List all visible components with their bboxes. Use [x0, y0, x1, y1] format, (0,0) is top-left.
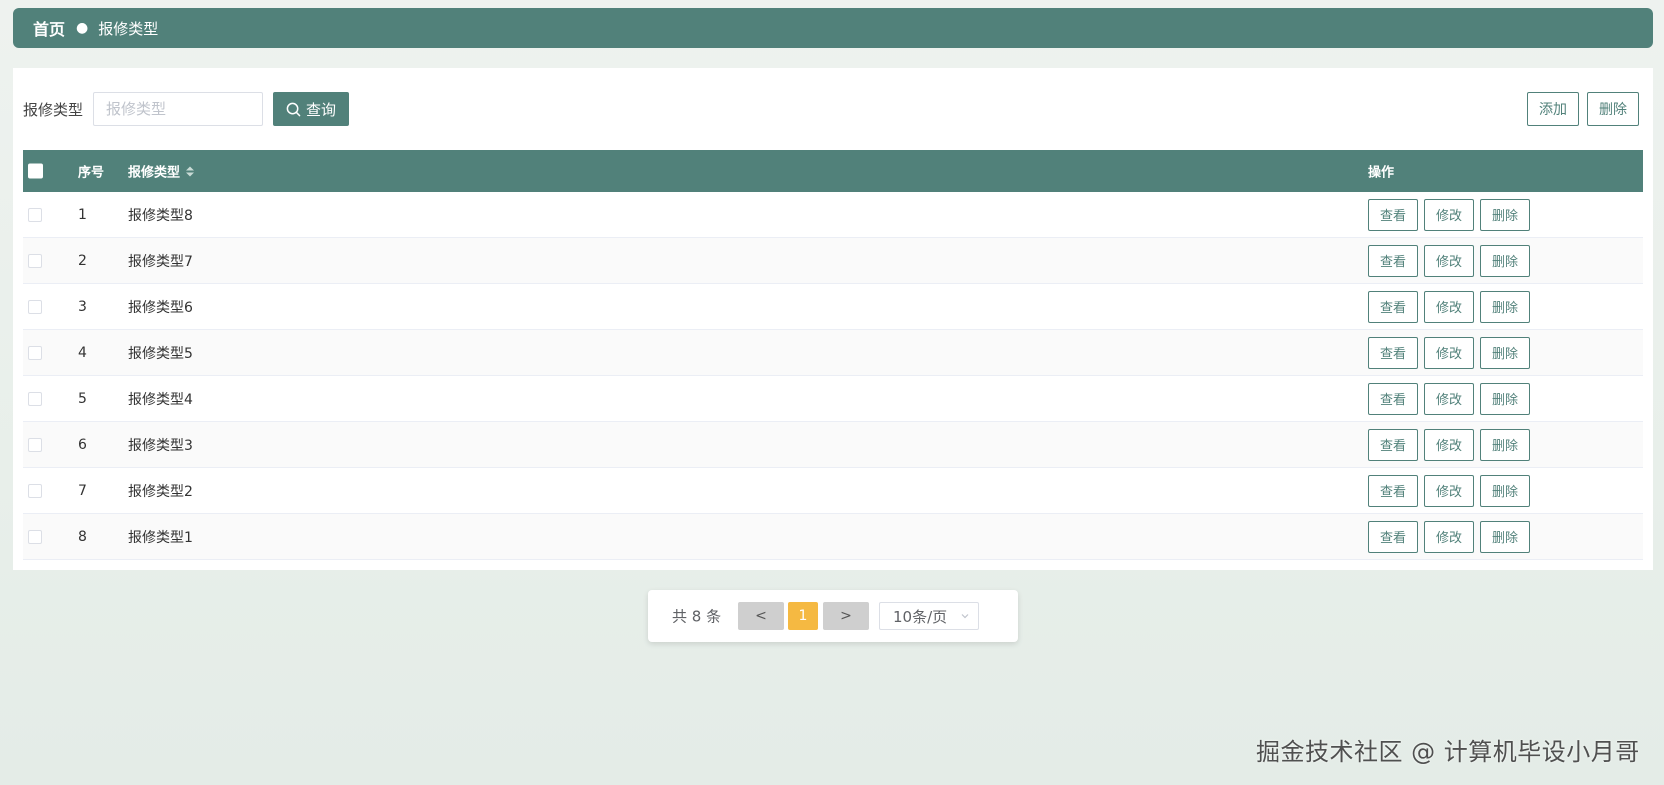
- edit-button[interactable]: 修改: [1424, 382, 1474, 415]
- row-index: 1: [78, 206, 87, 223]
- bulk-delete-button[interactable]: 删除: [1587, 92, 1639, 126]
- select-all-checkbox[interactable]: [28, 163, 43, 179]
- column-header-type-label: 报修类型: [128, 165, 181, 181]
- query-button-label: 查询: [305, 100, 336, 119]
- table-row: 5 报修类型4 查看 修改 删除: [23, 376, 1643, 422]
- edit-button[interactable]: 修改: [1424, 198, 1474, 231]
- edit-button[interactable]: 修改: [1424, 474, 1474, 507]
- table-row: 1 报修类型8 查看 修改 删除: [23, 192, 1643, 238]
- watermark: 掘金技术社区 @ 计算机毕设小月哥: [1256, 738, 1640, 766]
- breadcrumb: 首页 ● 报修类型: [13, 8, 1653, 48]
- delete-button[interactable]: 删除: [1480, 336, 1530, 369]
- pagination: 共 8 条 < 1 > 10条/页: [648, 590, 1018, 642]
- page-size-value: 10条/页: [893, 607, 948, 626]
- page-size-select[interactable]: 10条/页: [879, 602, 979, 630]
- row-index: 4: [78, 344, 87, 361]
- delete-button[interactable]: 删除: [1480, 382, 1530, 415]
- table-header: 序号 报修类型 操作: [23, 150, 1643, 192]
- view-button[interactable]: 查看: [1368, 428, 1418, 461]
- table-row: 4 报修类型5 查看 修改 删除: [23, 330, 1643, 376]
- view-button[interactable]: 查看: [1368, 520, 1418, 553]
- edit-button[interactable]: 修改: [1424, 290, 1474, 323]
- repair-type-table: 序号 报修类型 操作 1 报修类型8 查看 修改 删除 2 报修类型7 查看 修…: [23, 150, 1643, 560]
- delete-button[interactable]: 删除: [1480, 290, 1530, 323]
- search-icon: [286, 102, 301, 116]
- row-actions: 查看 修改 删除: [1368, 198, 1530, 231]
- row-actions: 查看 修改 删除: [1368, 474, 1530, 507]
- row-actions: 查看 修改 删除: [1368, 336, 1530, 369]
- column-header-ops: 操作: [1368, 165, 1395, 181]
- table-row: 7 报修类型2 查看 修改 删除: [23, 468, 1643, 514]
- row-actions: 查看 修改 删除: [1368, 244, 1530, 277]
- prev-page-button[interactable]: <: [738, 602, 784, 630]
- add-button[interactable]: 添加: [1527, 92, 1579, 126]
- breadcrumb-home[interactable]: 首页: [33, 16, 65, 40]
- row-checkbox[interactable]: [28, 345, 42, 360]
- row-type: 报修类型5: [128, 345, 193, 362]
- search-input[interactable]: [93, 92, 263, 126]
- table-row: 8 报修类型1 查看 修改 删除: [23, 514, 1643, 560]
- row-type: 报修类型4: [128, 391, 193, 408]
- row-index: 5: [78, 390, 87, 407]
- breadcrumb-current: 报修类型: [98, 19, 159, 38]
- row-checkbox[interactable]: [28, 253, 42, 268]
- delete-button[interactable]: 删除: [1480, 244, 1530, 277]
- view-button[interactable]: 查看: [1368, 198, 1418, 231]
- view-button[interactable]: 查看: [1368, 382, 1418, 415]
- row-type: 报修类型8: [128, 207, 193, 224]
- column-header-index: 序号: [78, 165, 105, 181]
- search-label: 报修类型: [23, 101, 84, 119]
- content-panel: 报修类型 查询 添加 删除 序号 报修类型 操作 1 报修类型8 查看 修改 删…: [13, 68, 1653, 570]
- edit-button[interactable]: 修改: [1424, 336, 1474, 369]
- next-page-button[interactable]: >: [823, 602, 869, 630]
- row-type: 报修类型2: [128, 483, 193, 500]
- row-actions: 查看 修改 删除: [1368, 382, 1530, 415]
- delete-button[interactable]: 删除: [1480, 474, 1530, 507]
- row-checkbox[interactable]: [28, 391, 42, 406]
- row-type: 报修类型6: [128, 299, 193, 316]
- table-row: 6 报修类型3 查看 修改 删除: [23, 422, 1643, 468]
- chevron-down-icon: [961, 614, 969, 619]
- pagination-total: 共 8 条: [672, 607, 722, 626]
- delete-button[interactable]: 删除: [1480, 520, 1530, 553]
- row-index: 8: [78, 528, 87, 545]
- table-body: 1 报修类型8 查看 修改 删除 2 报修类型7 查看 修改 删除 3 报修类型…: [23, 192, 1643, 560]
- view-button[interactable]: 查看: [1368, 244, 1418, 277]
- view-button[interactable]: 查看: [1368, 290, 1418, 323]
- row-type: 报修类型7: [128, 253, 193, 270]
- row-checkbox[interactable]: [28, 483, 42, 498]
- row-checkbox[interactable]: [28, 529, 42, 544]
- row-type: 报修类型1: [128, 529, 193, 546]
- page-number-button[interactable]: 1: [788, 602, 818, 630]
- breadcrumb-separator: ●: [76, 20, 89, 36]
- row-checkbox[interactable]: [28, 299, 42, 314]
- row-actions: 查看 修改 删除: [1368, 290, 1530, 323]
- view-button[interactable]: 查看: [1368, 474, 1418, 507]
- row-index: 6: [78, 436, 87, 453]
- edit-button[interactable]: 修改: [1424, 428, 1474, 461]
- view-button[interactable]: 查看: [1368, 336, 1418, 369]
- delete-button[interactable]: 删除: [1480, 198, 1530, 231]
- table-row: 3 报修类型6 查看 修改 删除: [23, 284, 1643, 330]
- edit-button[interactable]: 修改: [1424, 244, 1474, 277]
- row-checkbox[interactable]: [28, 207, 42, 222]
- delete-button[interactable]: 删除: [1480, 428, 1530, 461]
- row-actions: 查看 修改 删除: [1368, 520, 1530, 553]
- row-actions: 查看 修改 删除: [1368, 428, 1530, 461]
- row-index: 3: [78, 298, 87, 315]
- sort-icon[interactable]: [186, 166, 195, 176]
- query-button[interactable]: 查询: [273, 92, 349, 126]
- row-type: 报修类型3: [128, 437, 193, 454]
- column-header-type[interactable]: 报修类型: [128, 162, 195, 181]
- table-row: 2 报修类型7 查看 修改 删除: [23, 238, 1643, 284]
- row-index: 2: [78, 252, 87, 269]
- row-index: 7: [78, 482, 87, 499]
- row-checkbox[interactable]: [28, 437, 42, 452]
- edit-button[interactable]: 修改: [1424, 520, 1474, 553]
